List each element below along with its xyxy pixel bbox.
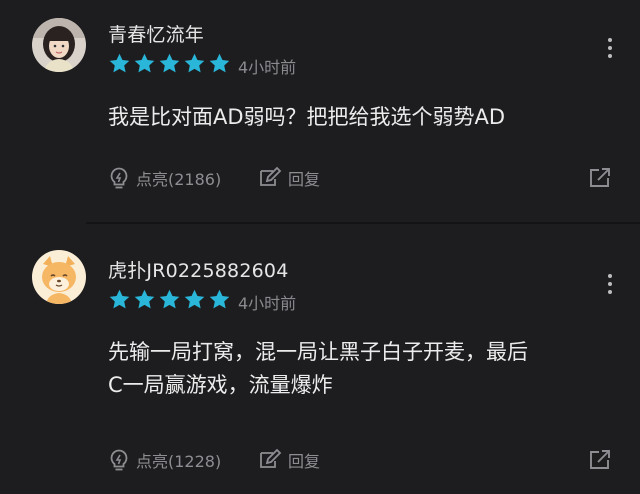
- star-icon: [134, 289, 155, 309]
- reply-edit-icon: [260, 448, 282, 468]
- more-vertical-icon[interactable]: [598, 36, 622, 60]
- reply-button[interactable]: 回复: [258, 166, 320, 190]
- like-button[interactable]: 点亮(2186): [108, 166, 221, 190]
- reply-label: 回复: [288, 170, 321, 189]
- star-icon: [209, 289, 230, 309]
- star-icon: [159, 53, 180, 73]
- comment-text: 我是比对面AD弱吗？把把给我选个弱势AD: [108, 101, 608, 134]
- avatar[interactable]: [32, 250, 86, 304]
- star-icon: [209, 53, 230, 73]
- timestamp: 4小时前: [238, 58, 297, 77]
- comment-text: 先输一局打窝，混一局让黑子白子开麦，最后 C一局赢游戏，流量爆炸: [108, 336, 608, 402]
- star-icon: [109, 53, 130, 73]
- star-icon: [134, 53, 155, 73]
- star-icon: [184, 53, 205, 73]
- star-icon: [159, 289, 180, 309]
- star-rating: [108, 52, 231, 75]
- comment-text-line: 我是比对面AD弱吗？把把给我选个弱势AD: [108, 105, 506, 129]
- lightbulb-icon: [110, 167, 128, 189]
- like-count: 点亮(1228): [136, 452, 222, 471]
- share-icon[interactable]: [588, 166, 612, 190]
- reply-edit-icon: [260, 166, 282, 186]
- comment-text-line: C一局赢游戏，流量爆炸: [108, 373, 333, 397]
- star-icon: [184, 289, 205, 309]
- lightbulb-icon: [110, 449, 128, 471]
- username[interactable]: 虎扑JR0225882604: [108, 256, 289, 283]
- comment-item: 虎扑JR0225882604 4小时前 先输一局打窝，混一局让黑子白子开麦，最后…: [0, 224, 640, 494]
- reply-label: 回复: [288, 452, 321, 471]
- comment-item: 青春忆流年 4小时前 我是比对面AD弱吗？把把给我选个弱势AD 点亮(2186)…: [0, 0, 640, 222]
- share-icon[interactable]: [588, 448, 612, 472]
- star-icon: [109, 289, 130, 309]
- like-count: 点亮(2186): [136, 170, 222, 189]
- timestamp: 4小时前: [238, 294, 297, 313]
- comment-actions: 点亮(2186) 回复: [108, 166, 640, 194]
- more-vertical-icon[interactable]: [598, 272, 622, 296]
- comment-actions: 点亮(1228) 回复: [108, 448, 640, 476]
- username[interactable]: 青春忆流年: [108, 20, 204, 47]
- like-button[interactable]: 点亮(1228): [108, 448, 221, 472]
- avatar[interactable]: [32, 18, 86, 72]
- comment-text-line: 先输一局打窝，混一局让黑子白子开麦，最后: [108, 340, 528, 364]
- reply-button[interactable]: 回复: [258, 448, 320, 472]
- star-rating: [108, 288, 231, 311]
